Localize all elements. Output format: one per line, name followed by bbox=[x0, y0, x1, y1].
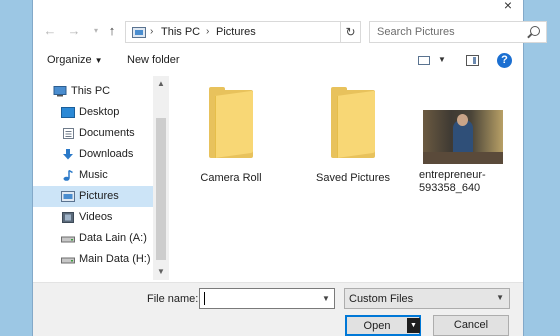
open-button-label: Open bbox=[363, 320, 391, 332]
preview-pane-icon[interactable] bbox=[466, 55, 479, 66]
file-name-input[interactable] bbox=[199, 288, 335, 309]
chevron-down-icon[interactable]: ▾ bbox=[89, 24, 103, 38]
cancel-button[interactable]: Cancel bbox=[433, 315, 509, 336]
forward-arrow-icon[interactable]: → bbox=[67, 24, 81, 38]
sidebar-item-label: Music bbox=[79, 169, 108, 181]
new-folder-button[interactable]: New folder bbox=[127, 54, 180, 66]
close-button[interactable]: × bbox=[501, 0, 515, 12]
search-placeholder: Search Pictures bbox=[377, 26, 455, 38]
sidebar-item-downloads[interactable]: Downloads bbox=[33, 144, 153, 165]
sidebar-item-documents[interactable]: Documents bbox=[33, 123, 153, 144]
sidebar-item-label: Data Lain (A:) bbox=[79, 232, 147, 244]
computer-icon bbox=[53, 86, 67, 97]
folder-tile-camera-roll[interactable]: Camera Roll bbox=[185, 86, 277, 185]
drive-icon bbox=[61, 257, 75, 264]
file-name-label: File name: bbox=[147, 293, 199, 305]
scroll-up-icon[interactable]: ▲ bbox=[153, 76, 169, 92]
sidebar-item-label: Main Data (H:) bbox=[79, 253, 151, 265]
drive-icon bbox=[61, 236, 75, 243]
file-open-dialog: × ← → ▾ ↑ › This PC › Pictures ↻ Search … bbox=[32, 0, 547, 336]
sidebar-item-this-pc[interactable]: This PC bbox=[33, 81, 153, 102]
pictures-icon bbox=[61, 191, 75, 202]
navigation-pane: This PC Desktop Documents Downloads Musi… bbox=[33, 76, 169, 280]
chevron-down-icon: ▼ bbox=[94, 56, 103, 65]
text-cursor bbox=[204, 292, 205, 305]
file-type-select[interactable]: Custom Files ▼ bbox=[344, 288, 510, 309]
pictures-location-icon bbox=[132, 27, 146, 38]
dialog-footer: File name: ▼ Custom Files ▼ Open ▼ Cance… bbox=[33, 282, 523, 336]
sidebar-item-label: Downloads bbox=[79, 148, 134, 160]
sidebar-item-label: Documents bbox=[79, 127, 135, 139]
image-thumbnail bbox=[423, 110, 503, 164]
organize-button[interactable]: Organize ▼ bbox=[47, 54, 103, 66]
sidebar-item-music[interactable]: Music bbox=[33, 165, 153, 186]
organize-label: Organize bbox=[47, 54, 92, 66]
address-row: ← → ▾ ↑ › This PC › Pictures ↻ Search Pi… bbox=[33, 20, 547, 44]
videos-icon bbox=[62, 212, 74, 223]
breadcrumb-pictures[interactable]: Pictures bbox=[216, 26, 256, 38]
file-label: Camera Roll bbox=[200, 172, 262, 184]
sidebar-item-label: Desktop bbox=[79, 106, 120, 118]
sidebar-item-label: Videos bbox=[79, 211, 113, 223]
change-view-icon[interactable] bbox=[418, 56, 430, 65]
address-bar[interactable]: › This PC › Pictures ↻ bbox=[125, 21, 361, 43]
open-button[interactable]: Open ▼ bbox=[345, 315, 421, 336]
up-arrow-icon[interactable]: ↑ bbox=[105, 24, 119, 38]
chevron-down-icon[interactable]: ▼ bbox=[316, 288, 336, 309]
search-icon bbox=[530, 26, 540, 36]
file-label: entrepreneur-593358_640 bbox=[419, 169, 486, 194]
scrollbar-thumb[interactable] bbox=[156, 118, 166, 260]
folder-icon bbox=[209, 87, 253, 158]
desktop-icon bbox=[61, 107, 75, 118]
breadcrumb-this-pc[interactable]: This PC bbox=[161, 26, 200, 38]
sidebar-item-videos[interactable]: Videos bbox=[33, 207, 153, 228]
search-input[interactable]: Search Pictures bbox=[369, 21, 547, 43]
sidebar-item-main-data[interactable]: Main Data (H:) bbox=[33, 249, 153, 270]
downloads-icon bbox=[63, 149, 73, 160]
file-list: Camera Roll Saved Pictures entrepreneur-… bbox=[171, 76, 523, 280]
chevron-down-icon[interactable]: ▼ bbox=[407, 318, 420, 333]
documents-icon bbox=[63, 128, 74, 139]
back-arrow-icon[interactable]: ← bbox=[43, 24, 57, 38]
sidebar-item-label: Pictures bbox=[79, 190, 119, 202]
sidebar-item-pictures[interactable]: Pictures bbox=[33, 186, 153, 207]
folder-tile-saved-pictures[interactable]: Saved Pictures bbox=[307, 86, 399, 185]
scroll-down-icon[interactable]: ▼ bbox=[153, 264, 169, 280]
folder-icon bbox=[331, 87, 375, 158]
chevron-down-icon: ▼ bbox=[496, 293, 504, 302]
chevron-down-icon[interactable]: ▼ bbox=[438, 55, 446, 64]
refresh-icon[interactable]: ↻ bbox=[340, 22, 360, 42]
crumb-separator: › bbox=[206, 26, 210, 37]
navigation-scrollbar[interactable]: ▲ ▼ bbox=[153, 76, 169, 280]
sidebar-item-label: This PC bbox=[71, 85, 111, 97]
image-tile-entrepreneur[interactable]: entrepreneur-593358_640 bbox=[413, 86, 513, 195]
command-toolbar: Organize ▼ New folder ▼ ? bbox=[33, 48, 523, 74]
help-icon[interactable]: ? bbox=[497, 53, 512, 68]
file-label: Saved Pictures bbox=[316, 172, 390, 184]
sidebar-item-data-lain[interactable]: Data Lain (A:) bbox=[33, 228, 153, 249]
crumb-separator: › bbox=[150, 26, 154, 37]
file-type-value: Custom Files bbox=[349, 293, 414, 305]
sidebar-item-desktop[interactable]: Desktop bbox=[33, 102, 153, 123]
music-icon bbox=[63, 170, 73, 181]
